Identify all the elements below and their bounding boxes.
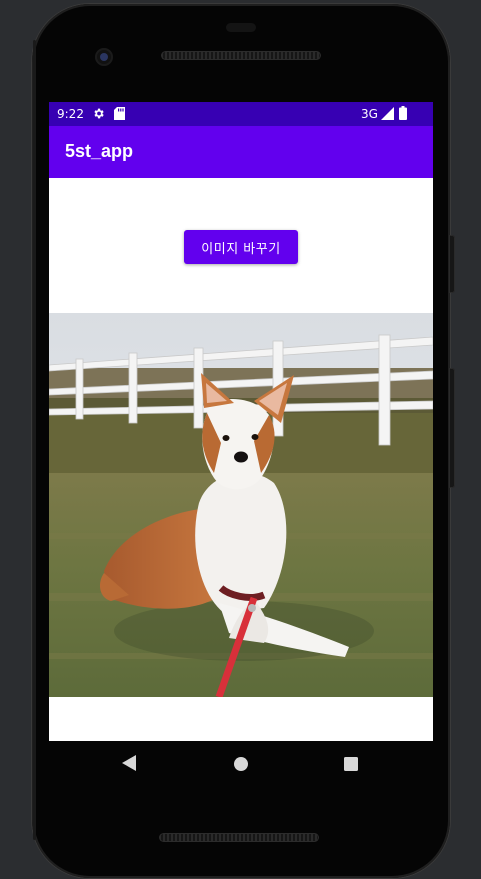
earpiece-slit	[226, 23, 256, 32]
app-title: 5st_app	[65, 141, 134, 161]
dog-photo	[49, 313, 433, 697]
settings-icon	[92, 107, 105, 123]
volume-button	[449, 368, 455, 488]
sd-card-icon	[114, 107, 125, 123]
change-image-button[interactable]: 이미지 바꾸기	[184, 230, 298, 264]
phone-edge	[33, 40, 36, 840]
signal-icon	[381, 107, 394, 123]
status-time: 9:22	[57, 107, 84, 121]
power-button	[449, 235, 455, 293]
front-camera	[95, 48, 113, 66]
network-type: 3G	[361, 107, 378, 121]
back-icon[interactable]	[122, 755, 136, 775]
bottom-speaker	[159, 833, 319, 842]
navigation-bar	[49, 741, 433, 785]
device-screen: 9:22 3G 5st_app 이미지 바꾸기	[49, 102, 433, 741]
home-icon[interactable]	[234, 756, 248, 775]
top-speaker	[161, 51, 321, 60]
recents-icon[interactable]	[344, 756, 358, 775]
status-bar: 9:22 3G	[49, 102, 433, 126]
battery-icon	[399, 106, 407, 123]
app-bar: 5st_app	[49, 126, 433, 178]
